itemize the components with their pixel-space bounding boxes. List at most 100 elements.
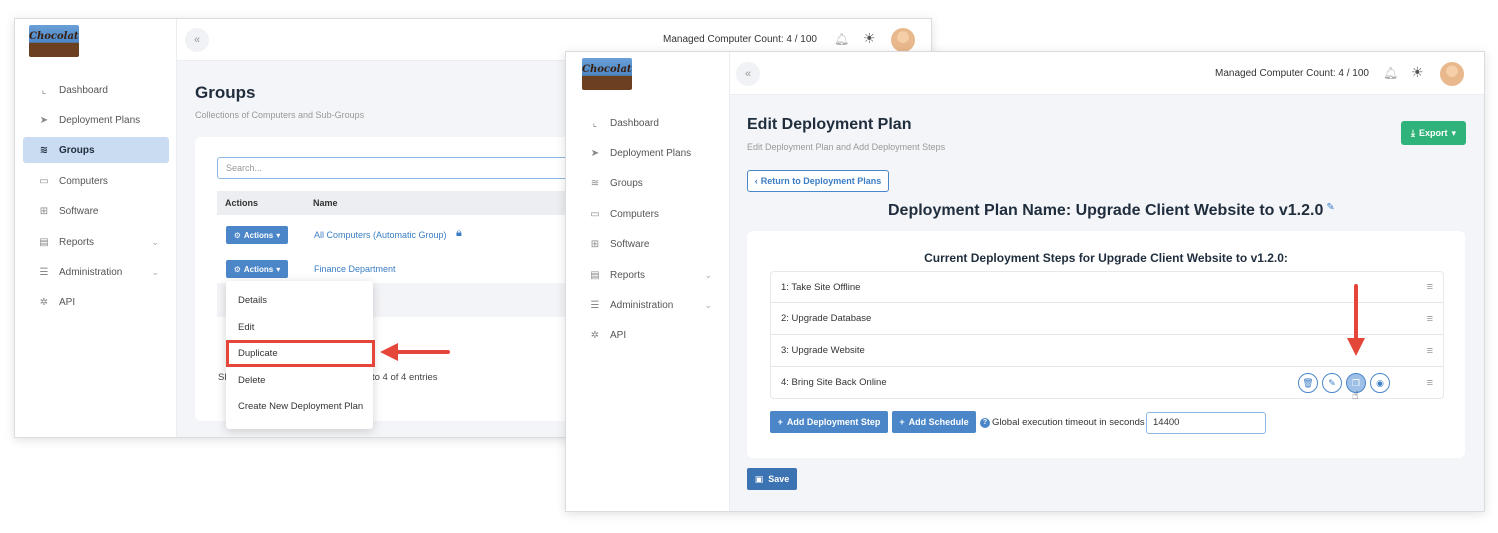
actions-dropdown-button[interactable]: ⚙ Actions ▾ xyxy=(226,260,288,278)
avatar[interactable] xyxy=(891,28,915,52)
timeout-label: Global execution timeout in seconds xyxy=(992,417,1145,428)
gear-icon: ✲ xyxy=(39,296,49,308)
page-title: Groups xyxy=(195,83,256,102)
menu-item-details[interactable]: Details xyxy=(238,295,267,306)
save-button[interactable]: ▣ Save xyxy=(747,468,797,490)
menu-item-create-deployment-plan[interactable]: Create New Deployment Plan xyxy=(238,401,363,412)
document-icon: ▤ xyxy=(39,236,49,248)
paper-plane-icon: ➤ xyxy=(590,147,600,159)
actions-dropdown-button[interactable]: ⚙ Actions ▾ xyxy=(226,226,288,244)
plus-icon: + xyxy=(777,417,783,427)
chevron-left-icon: ‹ xyxy=(754,176,758,186)
plan-name-heading: Deployment Plan Name: Upgrade Client Web… xyxy=(888,202,1335,219)
timeout-input[interactable]: 14400 xyxy=(1146,412,1266,434)
layers-icon: ≋ xyxy=(39,144,49,156)
floppy-icon: ▣ xyxy=(754,473,764,484)
chart-icon: ⌞ xyxy=(41,84,47,96)
plus-icon: + xyxy=(899,417,905,427)
group-link-finance[interactable]: Finance Department xyxy=(314,264,396,274)
menu-item-delete[interactable]: Delete xyxy=(238,375,265,386)
drag-handle-icon[interactable]: ≡ xyxy=(1427,313,1433,325)
drag-handle-icon[interactable]: ≡ xyxy=(1427,377,1433,389)
trash-icon: 🗑︎ xyxy=(1302,377,1314,388)
export-button[interactable]: ⤓ Export ▾ xyxy=(1401,121,1466,145)
gear-icon: ⚙ xyxy=(233,230,241,240)
sidebar-item-api[interactable]: ✲ API xyxy=(574,322,722,348)
sidebar: Chocolatey ⌞Dashboard ➤Deployment Plans … xyxy=(566,52,730,511)
sidebar-item-computers[interactable]: ▭ Computers xyxy=(574,201,722,227)
edit-step-button[interactable]: ✎ xyxy=(1322,373,1342,393)
collapse-sidebar-button[interactable]: « xyxy=(736,62,760,86)
sidebar-item-software[interactable]: ⊞ Software xyxy=(574,231,722,257)
sidebar-item-groups[interactable]: ≋ Groups xyxy=(23,137,169,163)
collapse-sidebar-button[interactable]: « xyxy=(185,28,209,52)
step-row[interactable]: 3: Upgrade Website ≡ xyxy=(770,335,1444,367)
edit-icon[interactable]: ✎ xyxy=(1326,202,1334,213)
sliders-icon: ☰ xyxy=(590,299,600,311)
page-title: Edit Deployment Plan xyxy=(747,116,912,133)
sidebar-item-api[interactable]: ✲ API xyxy=(23,289,169,315)
monitor-icon: ▭ xyxy=(590,208,600,220)
column-header-actions[interactable]: Actions xyxy=(225,198,258,208)
add-deployment-step-button[interactable]: + Add Deployment Step xyxy=(770,411,888,433)
theme-toggle-icon[interactable]: ☀ xyxy=(1411,64,1424,81)
sidebar-item-dashboard[interactable]: ⌞ Dashboard xyxy=(23,77,169,103)
sidebar-item-dashboard[interactable]: ⌞ Dashboard xyxy=(574,110,722,136)
sidebar-item-computers[interactable]: ▭ Computers xyxy=(23,168,169,194)
page-subtitle: Collections of Computers and Sub-Groups xyxy=(195,110,365,120)
sidebar: Chocolatey ⌞Dashboard ➤Deployment Plans … xyxy=(15,19,177,437)
logo: Chocolatey xyxy=(582,58,632,90)
document-icon: ▤ xyxy=(590,269,600,281)
sidebar-item-administration[interactable]: ☰ Administration ⌄ xyxy=(23,259,169,285)
deployment-plan-window: Chocolatey ⌞Dashboard ➤Deployment Plans … xyxy=(565,51,1485,512)
bell-icon[interactable]: 🔔︎ xyxy=(1383,66,1398,80)
lock-icon: 🔒︎ xyxy=(456,227,462,239)
sidebar-item-reports[interactable]: ▤ Reports ⌄ xyxy=(574,262,722,288)
step-row[interactable]: 1: Take Site Offline ≡ xyxy=(770,271,1444,303)
pointer-cursor-icon: ☝ xyxy=(1352,390,1359,402)
delete-step-button[interactable]: 🗑︎ xyxy=(1298,373,1318,393)
eye-icon: ◉ xyxy=(1376,377,1384,388)
sidebar-item-deployment-plans[interactable]: ➤ Deployment Plans xyxy=(23,107,169,133)
help-icon[interactable]: ? xyxy=(980,418,990,428)
managed-computer-count: Managed Computer Count: 4 / 100 xyxy=(1215,68,1369,79)
monitor-icon: ▭ xyxy=(39,175,49,187)
layers-icon: ≋ xyxy=(590,177,600,189)
sidebar-item-groups[interactable]: ≋ Groups xyxy=(574,170,722,196)
steps-title: Current Deployment Steps for Upgrade Cli… xyxy=(924,251,1288,265)
grid-icon: ⊞ xyxy=(39,205,49,217)
paper-plane-icon: ➤ xyxy=(39,114,49,126)
sliders-icon: ☰ xyxy=(39,266,49,278)
annotation-arrow-left xyxy=(380,343,450,361)
sidebar-item-administration[interactable]: ☰ Administration ⌄ xyxy=(574,292,722,318)
caret-down-icon: ▾ xyxy=(276,264,281,274)
sidebar-item-deployment-plans[interactable]: ➤ Deployment Plans xyxy=(574,140,722,166)
page-subtitle: Edit Deployment Plan and Add Deployment … xyxy=(747,142,946,152)
menu-item-edit[interactable]: Edit xyxy=(238,322,254,333)
step-row[interactable]: 4: Bring Site Back Online ≡ xyxy=(770,367,1444,399)
return-button[interactable]: ‹ Return to Deployment Plans xyxy=(747,170,889,192)
theme-toggle-icon[interactable]: ☀ xyxy=(863,30,876,47)
caret-down-icon: ▾ xyxy=(1451,127,1457,138)
bell-icon[interactable]: 🔔︎ xyxy=(834,32,849,46)
chevron-down-icon: ⌄ xyxy=(151,236,159,247)
column-header-name[interactable]: Name xyxy=(313,198,338,208)
managed-computer-count: Managed Computer Count: 4 / 100 xyxy=(663,34,817,45)
top-bar: « Managed Computer Count: 4 / 100 🔔︎ ☀ xyxy=(730,52,1484,95)
view-step-button[interactable]: ◉ xyxy=(1370,373,1390,393)
sidebar-item-reports[interactable]: ▤ Reports ⌄ xyxy=(23,229,169,255)
gear-icon: ✲ xyxy=(590,329,600,341)
sidebar-item-software[interactable]: ⊞ Software xyxy=(23,198,169,224)
avatar[interactable] xyxy=(1440,62,1464,86)
step-row[interactable]: 2: Upgrade Database ≡ xyxy=(770,303,1444,335)
chevron-down-icon: ⌄ xyxy=(704,299,712,310)
drag-handle-icon[interactable]: ≡ xyxy=(1427,281,1433,293)
caret-down-icon: ▾ xyxy=(276,230,281,240)
drag-handle-icon[interactable]: ≡ xyxy=(1427,345,1433,357)
chevron-down-icon: ⌄ xyxy=(151,266,159,277)
group-link-all-computers[interactable]: All Computers (Automatic Group) xyxy=(314,230,447,240)
edit-icon: ✎ xyxy=(1328,377,1336,388)
duplicate-highlight xyxy=(226,340,375,367)
add-schedule-button[interactable]: + Add Schedule xyxy=(892,411,976,433)
chevron-down-icon: ⌄ xyxy=(704,269,712,280)
